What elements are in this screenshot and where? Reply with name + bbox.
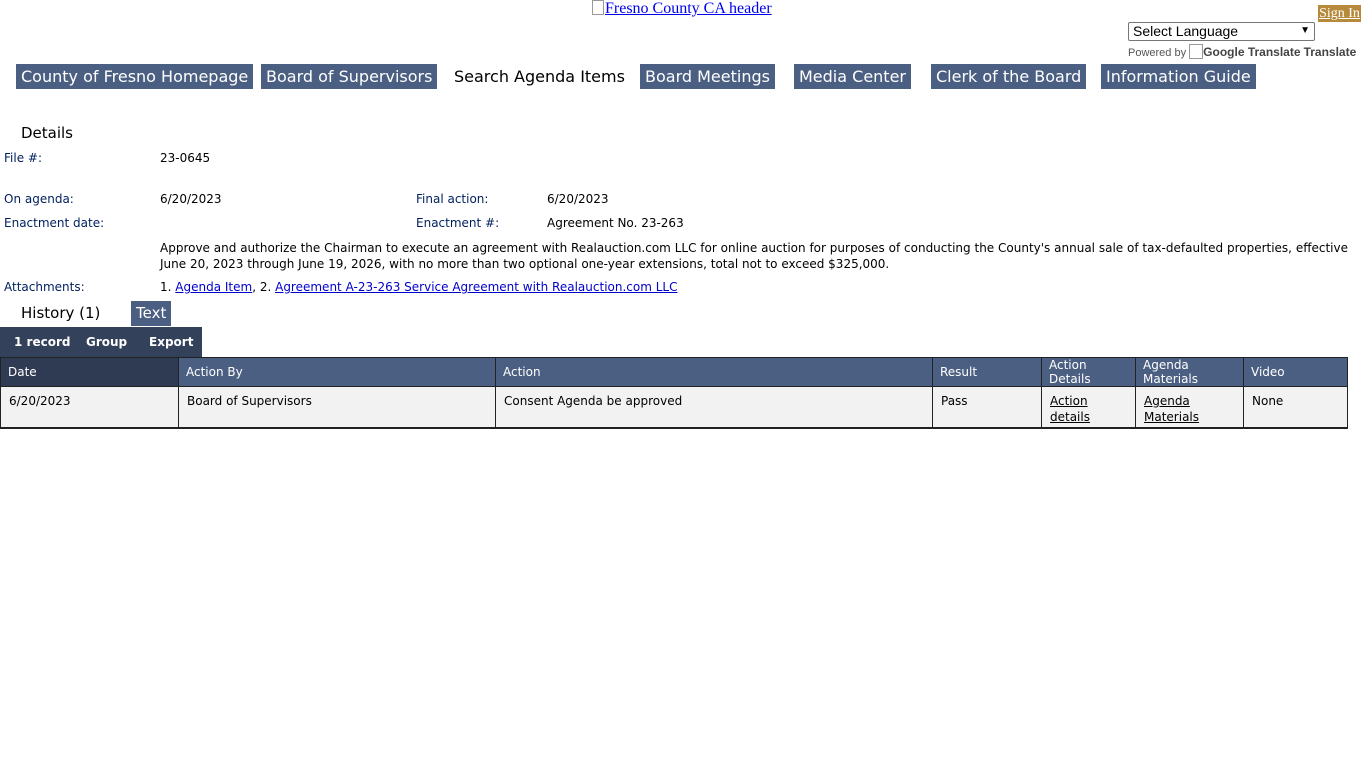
nav-board-of-supervisors[interactable]: Board of Supervisors: [261, 64, 438, 89]
export-button[interactable]: Export: [149, 327, 193, 357]
tab-history[interactable]: History (1): [16, 301, 105, 326]
sign-in-button[interactable]: Sign In: [1318, 5, 1361, 22]
broken-image-icon: [592, 0, 604, 15]
enactment-number-label: Enactment #:: [416, 216, 500, 230]
nav-clerk-of-the-board[interactable]: Clerk of the Board: [931, 64, 1087, 89]
powered-by-google: Powered by Google Translate Translate: [1128, 44, 1357, 59]
county-header-image[interactable]: Fresno County CA header: [592, 0, 772, 18]
column-header-action-details[interactable]: Action Details: [1041, 357, 1136, 387]
agenda-item-description: Approve and authorize the Chairman to ex…: [160, 241, 1348, 271]
translate-link[interactable]: Translate: [1304, 45, 1357, 59]
nav-search-agenda-items[interactable]: Search Agenda Items: [449, 64, 630, 89]
attachment-agreement-link[interactable]: Agreement A-23-263 Service Agreement wit…: [275, 280, 677, 294]
enactment-date-label: Enactment date:: [4, 216, 105, 230]
enactment-number-value: Agreement No. 23-263: [547, 216, 684, 230]
cell-action-by: Board of Supervisors: [178, 386, 496, 429]
cell-video: None: [1243, 386, 1348, 429]
history-table: Date Action By Action Result Action Deta…: [0, 357, 1348, 429]
group-button[interactable]: Group: [86, 327, 127, 357]
details-title: Details: [21, 124, 74, 142]
column-header-date[interactable]: Date: [0, 357, 179, 387]
column-header-result[interactable]: Result: [932, 357, 1042, 387]
column-header-video[interactable]: Video: [1243, 357, 1348, 387]
action-details-link[interactable]: Action details: [1050, 394, 1090, 424]
on-agenda-value: 6/20/2023: [160, 192, 222, 206]
on-agenda-label: On agenda:: [4, 192, 74, 206]
column-header-agenda-materials[interactable]: Agenda Materials: [1135, 357, 1244, 387]
google-logo-icon: [1189, 44, 1204, 59]
cell-action: Consent Agenda be approved: [495, 386, 933, 429]
final-action-value: 6/20/2023: [547, 192, 609, 206]
nav-media-center[interactable]: Media Center: [794, 64, 911, 89]
column-header-action-by[interactable]: Action By: [178, 357, 496, 387]
nav-county-homepage[interactable]: County of Fresno Homepage: [16, 64, 254, 89]
agenda-materials-link[interactable]: Agenda Materials: [1144, 394, 1199, 424]
chevron-down-icon: ▼: [1300, 25, 1310, 36]
final-action-label: Final action:: [416, 192, 489, 206]
column-header-action[interactable]: Action: [495, 357, 933, 387]
table-row: 6/20/2023 Board of Supervisors Consent A…: [0, 386, 1348, 429]
cell-agenda-materials: Agenda Materials: [1135, 386, 1244, 429]
nav-information-guide[interactable]: Information Guide: [1101, 64, 1256, 89]
language-select[interactable]: Select Language ▼: [1128, 22, 1315, 41]
attachment-agenda-item-link[interactable]: Agenda Item: [175, 280, 252, 294]
record-count: 1 record: [14, 335, 71, 349]
tab-text[interactable]: Text: [131, 301, 172, 326]
attachments-list: 1. Agenda Item, 2. Agreement A-23-263 Se…: [160, 280, 678, 294]
file-number-label: File #:: [4, 151, 42, 165]
nav-board-meetings[interactable]: Board Meetings: [640, 64, 775, 89]
file-number-value: 23-0645: [160, 151, 211, 165]
cell-result: Pass: [932, 386, 1042, 429]
grid-toolbar: 1 record Group Export: [0, 327, 202, 357]
cell-date: 6/20/2023: [0, 386, 179, 429]
cell-action-details: Action details: [1041, 386, 1136, 429]
attachments-label: Attachments:: [4, 280, 85, 294]
